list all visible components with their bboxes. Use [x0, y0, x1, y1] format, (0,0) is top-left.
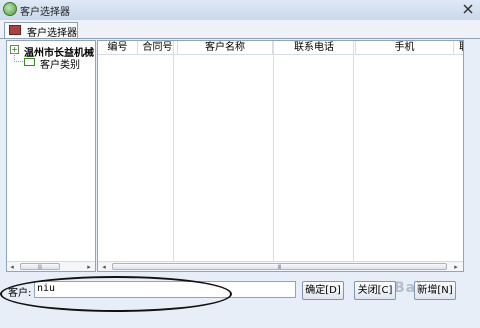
tab-strip: 客户选择器	[0, 20, 480, 39]
tree-child-label: 客户类别	[40, 60, 80, 71]
watermark: Bai	[394, 280, 422, 296]
tree-connector	[14, 61, 23, 62]
customer-grid[interactable]: 编号 合同号 客户名称 联系电话 手机 联 ◂ Ⅲ ▸	[97, 40, 464, 272]
tree-root-node[interactable]: + 温州市长益机械	[10, 44, 95, 59]
scroll-thumb[interactable]: Ⅲ	[20, 263, 60, 271]
customer-input[interactable]: niu	[34, 281, 296, 298]
title-bar: 客户选择器	[0, 0, 480, 21]
confirm-button[interactable]: 确定[D]	[302, 281, 344, 300]
column-divider	[173, 41, 174, 271]
close-icon[interactable]	[460, 1, 476, 17]
scroll-left-icon[interactable]: ◂	[8, 263, 16, 271]
scroll-thumb[interactable]: Ⅲ	[112, 263, 447, 271]
grip-icon: Ⅲ	[37, 264, 43, 271]
grid-header: 编号 合同号 客户名称 联系电话 手机 联	[98, 41, 463, 55]
tree-child-node[interactable]: 客户类别	[10, 53, 95, 71]
close-button[interactable]: 关闭[C]	[354, 281, 396, 300]
customer-label: 客户:	[8, 288, 32, 299]
column-header[interactable]: 合同号	[138, 41, 178, 54]
table-icon	[9, 25, 21, 35]
scroll-right-icon[interactable]: ▸	[452, 263, 460, 271]
category-tree[interactable]: + 温州市长益机械 客户类别 ◂ Ⅲ ▸	[6, 40, 96, 272]
grip-icon: Ⅲ	[277, 264, 282, 271]
scroll-left-icon[interactable]: ◂	[100, 263, 108, 271]
column-header[interactable]: 编号	[98, 41, 138, 54]
column-header[interactable]: 联系电话	[273, 41, 356, 54]
column-divider	[273, 41, 274, 271]
column-header[interactable]: 手机	[356, 41, 454, 54]
folder-icon	[24, 58, 35, 66]
tab-customer-selector[interactable]: 客户选择器	[4, 22, 78, 39]
app-icon	[3, 2, 17, 16]
scroll-right-icon[interactable]: ▸	[85, 263, 93, 271]
window-title: 客户选择器	[20, 7, 70, 18]
tree-horizontal-scrollbar[interactable]: ◂ Ⅲ ▸	[7, 261, 95, 271]
column-divider	[353, 41, 354, 271]
grid-horizontal-scrollbar[interactable]: ◂ Ⅲ ▸	[98, 261, 463, 271]
column-header[interactable]: 客户名称	[178, 41, 273, 54]
tab-label: 客户选择器	[27, 28, 77, 39]
column-header[interactable]: 联	[454, 41, 463, 54]
